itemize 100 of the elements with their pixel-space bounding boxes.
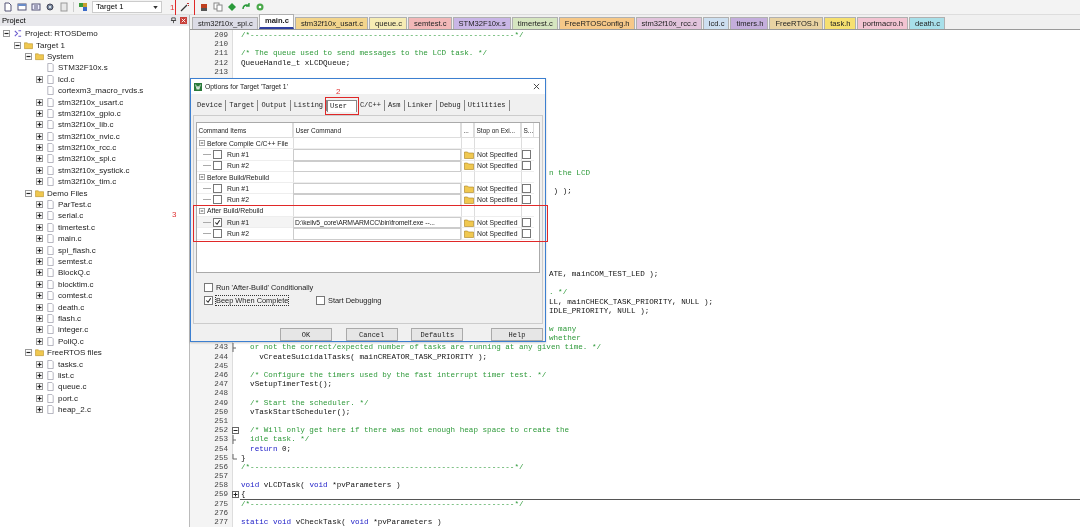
expander-icon[interactable] [36, 223, 43, 231]
expander-icon[interactable] [36, 360, 43, 368]
tree-item[interactable]: cortexm3_macro_rvds.s [58, 86, 144, 96]
checkbox[interactable] [213, 161, 222, 171]
checkbox[interactable] [213, 217, 222, 227]
command-field[interactable] [293, 183, 461, 195]
command-field[interactable] [293, 228, 461, 240]
command-field[interactable] [293, 160, 461, 172]
expander-icon[interactable] [36, 109, 43, 117]
checkbox[interactable] [522, 217, 531, 227]
expander-icon[interactable] [36, 98, 43, 106]
checkbox[interactable] [522, 161, 531, 171]
checkbox[interactable] [316, 296, 325, 306]
tree-item[interactable]: stm32f10x_systick.c [58, 165, 130, 175]
command-field[interactable] [293, 194, 461, 206]
tree-item[interactable]: stm32f10x_gpio.c [58, 108, 121, 118]
expander-icon[interactable] [36, 394, 43, 402]
expander-icon[interactable] [36, 212, 43, 220]
fold-icon[interactable] [232, 491, 239, 499]
tree-item[interactable]: semtest.c [58, 257, 93, 266]
expander-icon[interactable] [25, 52, 32, 60]
tree-item[interactable]: main.c [58, 234, 82, 244]
checkbox[interactable] [204, 296, 213, 306]
arrow-icon[interactable] [241, 2, 252, 12]
tree-item[interactable]: stm32f10x_tim.c [58, 177, 117, 187]
tree-item[interactable]: stm32f10x_rcc.c [58, 143, 117, 153]
tree-item[interactable]: flash.c [58, 313, 82, 323]
tree-item[interactable]: ParTest.c [58, 200, 92, 210]
tree-item[interactable]: stm32f10x_nvic.c [58, 131, 120, 141]
tree-item[interactable]: comtest.c [58, 291, 93, 301]
tree-item[interactable]: blocktim.c [58, 279, 94, 289]
expander-icon[interactable] [14, 41, 21, 49]
checkbox[interactable] [213, 149, 222, 159]
tree-item[interactable]: death.c [58, 302, 85, 312]
expander-icon[interactable] [36, 406, 43, 414]
expander-icon[interactable] [36, 178, 43, 186]
tree-item[interactable]: System [47, 51, 74, 61]
checkbox[interactable] [213, 229, 222, 238]
fold-icon[interactable] [232, 427, 239, 435]
tree-item[interactable]: stm32f10x_lib.c [58, 120, 114, 130]
pin-icon[interactable] [170, 17, 177, 24]
expander-icon[interactable] [36, 383, 43, 391]
expander-icon[interactable] [36, 155, 43, 163]
build-target-icon[interactable] [78, 2, 88, 12]
tree-item[interactable]: queue.c [58, 382, 87, 392]
tree-item[interactable]: Target 1 [36, 40, 65, 50]
tree-item[interactable]: Demo Files [47, 188, 88, 198]
close-icon[interactable] [533, 83, 540, 90]
tree-item[interactable]: spi_flash.c [58, 245, 96, 255]
expander-icon[interactable] [25, 189, 32, 197]
checkbox[interactable] [213, 195, 222, 205]
tree-item[interactable]: list.c [58, 370, 74, 380]
expander-icon[interactable] [36, 326, 43, 334]
expander-icon[interactable] [36, 121, 43, 129]
caret-icon[interactable] [153, 5, 158, 9]
tree-item[interactable]: FreeRTOS files [47, 348, 102, 358]
tree-item[interactable]: integer.c [58, 325, 89, 335]
diamond-icon[interactable] [227, 2, 238, 12]
expander-icon[interactable] [36, 246, 43, 254]
window-icon[interactable] [17, 2, 27, 12]
checkbox[interactable] [522, 183, 531, 193]
tree-item[interactable]: serial.c [58, 211, 84, 221]
tree-item[interactable]: PollQ.c [58, 336, 84, 346]
expander-icon[interactable] [36, 166, 43, 174]
tree-item[interactable]: BlockQ.c [58, 268, 90, 278]
expander-icon[interactable] [36, 75, 43, 83]
window-icon[interactable] [31, 2, 41, 12]
expander-icon[interactable] [36, 314, 43, 322]
tree-item[interactable]: stm32f10x_spi.c [58, 154, 116, 164]
fold-line-icon [232, 435, 239, 445]
expander-icon[interactable] [36, 201, 43, 209]
new-file-icon[interactable] [3, 2, 13, 12]
checkbox[interactable] [204, 283, 213, 293]
expander-icon[interactable] [36, 144, 43, 152]
checkbox[interactable] [522, 195, 531, 205]
tree-item[interactable]: tasks.c [58, 359, 83, 369]
tree-item[interactable]: heap_2.c [58, 405, 91, 415]
expander-icon[interactable] [36, 371, 43, 379]
tree-item[interactable]: STM32F10x.s [58, 63, 108, 73]
expander-icon[interactable] [36, 258, 43, 265]
chip-icon[interactable] [199, 2, 210, 12]
checkbox[interactable] [522, 149, 531, 159]
tree-item[interactable]: Project: RTOSDemo [25, 29, 98, 39]
expander-icon[interactable] [36, 280, 43, 288]
tree-item[interactable]: port.c [58, 393, 78, 403]
checkbox[interactable] [522, 229, 531, 238]
wand-icon[interactable] [180, 2, 191, 12]
tree-item[interactable]: timertest.c [58, 222, 95, 232]
tree-item[interactable]: stm32f10x_usart.c [58, 97, 124, 107]
expander-icon[interactable] [36, 269, 43, 277]
tree-item[interactable]: lcd.c [58, 74, 75, 84]
expander-icon[interactable] [36, 303, 43, 311]
expander-icon[interactable] [36, 132, 43, 140]
expander-icon[interactable] [36, 337, 43, 345]
expander-icon[interactable] [3, 30, 10, 38]
expander-icon[interactable] [36, 235, 43, 243]
command-field[interactable] [293, 149, 461, 161]
expander-icon[interactable] [36, 292, 43, 300]
expander-icon[interactable] [25, 349, 32, 357]
checkbox[interactable] [213, 183, 222, 193]
